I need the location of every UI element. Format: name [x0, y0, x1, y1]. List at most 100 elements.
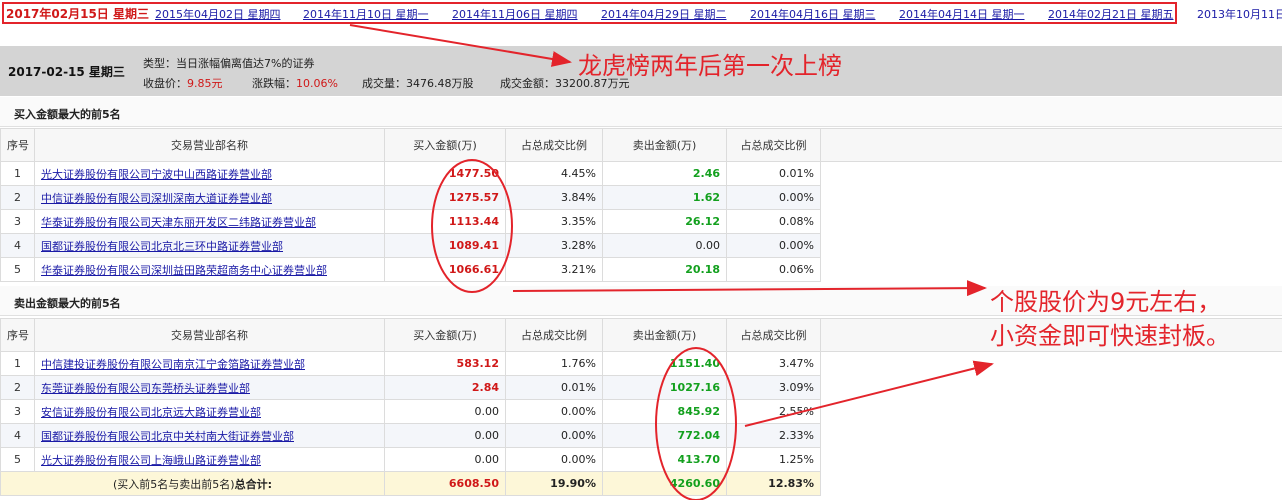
buy-pct: 1.76% [505, 351, 603, 376]
buy-pct: 4.45% [505, 161, 603, 186]
table-row: 4 国都证券股份有限公司北京中关村南大街证券营业部 0.00 0.00% 772… [0, 423, 1282, 448]
total-buy-pct: 19.90% [505, 471, 603, 496]
broker-link[interactable]: 安信证券股份有限公司北京远大路证券营业部 [41, 406, 261, 419]
table-row: 2 东莞证券股份有限公司东莞桥头证券营业部 2.84 0.01% 1027.16… [0, 375, 1282, 400]
buy-amount: 1089.41 [384, 233, 506, 258]
date-tab-active[interactable]: 2017年02月15日 星期三 [6, 5, 149, 22]
broker-link[interactable]: 东莞证券股份有限公司东莞桥头证券营业部 [41, 382, 250, 395]
date-tab[interactable]: 2015年04月02日 星期四 [155, 6, 281, 22]
buy-pct: 3.21% [505, 257, 603, 282]
sell-amount: 26.12 [602, 209, 727, 234]
broker-name: 国都证券股份有限公司北京中关村南大街证券营业部 [34, 423, 385, 448]
broker-name: 国都证券股份有限公司北京北三环中路证券营业部 [34, 233, 385, 258]
date-tab[interactable]: 2014年11月06日 星期四 [452, 6, 578, 22]
broker-link[interactable]: 光大证券股份有限公司上海峨山路证券营业部 [41, 454, 261, 467]
col-header-buy-pct: 占总成交比例 [505, 128, 603, 162]
broker-link[interactable]: 国都证券股份有限公司北京北三环中路证券营业部 [41, 240, 283, 253]
buy-amount: 1066.61 [384, 257, 506, 282]
col-header-seq: 序号 [0, 128, 35, 162]
col-header-sell: 卖出金额(万) [602, 128, 727, 162]
sell-amount: 413.70 [602, 447, 727, 472]
sell-amount: 772.04 [602, 423, 727, 448]
col-header-name: 交易营业部名称 [34, 128, 385, 162]
sell-amount: 2.46 [602, 161, 727, 186]
row-seq: 5 [0, 447, 35, 472]
date-tab[interactable]: 2014年04月14日 星期一 [899, 6, 1025, 22]
row-filler [820, 209, 1282, 234]
annotation-top: 龙虎榜两年后第一次上榜 [578, 52, 842, 80]
col-header-buy: 买入金额(万) [384, 128, 506, 162]
sell-pct: 2.55% [726, 399, 821, 424]
sell-amount: 1027.16 [602, 375, 727, 400]
date-tab[interactable]: 2014年11月10日 星期一 [303, 6, 429, 22]
broker-name: 光大证券股份有限公司上海峨山路证券营业部 [34, 447, 385, 472]
table-row: 5 华泰证券股份有限公司深圳益田路荣超商务中心证券营业部 1066.61 3.2… [0, 257, 1282, 282]
row-filler [820, 185, 1282, 210]
buy-pct: 0.00% [505, 423, 603, 448]
sell-amount: 0.00 [602, 233, 727, 258]
buy-pct: 0.00% [505, 399, 603, 424]
row-filler [820, 471, 1282, 496]
buy-pct: 3.84% [505, 185, 603, 210]
buy-pct: 3.28% [505, 233, 603, 258]
broker-name: 东莞证券股份有限公司东莞桥头证券营业部 [34, 375, 385, 400]
buy-section-title: 买入金额最大的前5名 [0, 97, 1282, 127]
row-filler [820, 233, 1282, 258]
row-seq: 3 [0, 399, 35, 424]
buy-pct: 0.00% [505, 447, 603, 472]
broker-name: 安信证券股份有限公司北京远大路证券营业部 [34, 399, 385, 424]
info-change: 涨跌幅：10.06% [252, 77, 338, 90]
sell-amount: 845.92 [602, 399, 727, 424]
total-sell-pct: 12.83% [726, 471, 821, 496]
buy-pct: 3.35% [505, 209, 603, 234]
row-filler [820, 375, 1282, 400]
table-row: 1 光大证券股份有限公司宁波中山西路证券营业部 1477.50 4.45% 2.… [0, 161, 1282, 186]
total-sell-amount: 4260.60 [602, 471, 727, 496]
info-close-price: 收盘价：9.85元 [143, 77, 223, 90]
date-tab[interactable]: 2013年10月11日 [1197, 6, 1282, 22]
row-seq: 1 [0, 161, 35, 186]
broker-link[interactable]: 中信证券股份有限公司深圳深南大道证券营业部 [41, 192, 272, 205]
broker-link[interactable]: 光大证券股份有限公司宁波中山西路证券营业部 [41, 168, 272, 181]
row-filler [820, 423, 1282, 448]
buy-amount: 0.00 [384, 423, 506, 448]
buy-amount: 1113.44 [384, 209, 506, 234]
broker-name: 华泰证券股份有限公司深圳益田路荣超商务中心证券营业部 [34, 257, 385, 282]
sell-pct: 0.06% [726, 257, 821, 282]
row-filler [820, 257, 1282, 282]
row-seq: 5 [0, 257, 35, 282]
buy-pct: 0.01% [505, 375, 603, 400]
sell-pct: 2.33% [726, 423, 821, 448]
buy-amount: 0.00 [384, 447, 506, 472]
broker-name: 光大证券股份有限公司宁波中山西路证券营业部 [34, 161, 385, 186]
sell-pct: 0.01% [726, 161, 821, 186]
info-date: 2017-02-15 星期三 [8, 65, 125, 79]
row-seq: 2 [0, 375, 35, 400]
row-filler [820, 447, 1282, 472]
sell-amount: 20.18 [602, 257, 727, 282]
row-seq: 4 [0, 233, 35, 258]
buy-amount: 1477.50 [384, 161, 506, 186]
col-header-name: 交易营业部名称 [34, 318, 385, 352]
broker-link[interactable]: 中信建投证券股份有限公司南京江宁金箔路证券营业部 [41, 358, 305, 371]
buy-amount: 2.84 [384, 375, 506, 400]
sell-pct: 0.08% [726, 209, 821, 234]
date-tab[interactable]: 2014年02月21日 星期五 [1048, 6, 1174, 22]
sell-amount: 1151.40 [602, 351, 727, 376]
broker-link[interactable]: 国都证券股份有限公司北京中关村南大街证券营业部 [41, 430, 294, 443]
sell-pct: 3.47% [726, 351, 821, 376]
header-filler [820, 128, 1282, 162]
date-tab[interactable]: 2014年04月29日 星期二 [601, 6, 727, 22]
date-tab[interactable]: 2014年04月16日 星期三 [750, 6, 876, 22]
buy-amount: 1275.57 [384, 185, 506, 210]
broker-name: 中信证券股份有限公司深圳深南大道证券营业部 [34, 185, 385, 210]
broker-name: 华泰证券股份有限公司天津东丽开发区二纬路证券营业部 [34, 209, 385, 234]
broker-link[interactable]: 华泰证券股份有限公司天津东丽开发区二纬路证券营业部 [41, 216, 316, 229]
annotation-right-line2: 小资金即可快速封板。 [990, 322, 1230, 350]
row-seq: 4 [0, 423, 35, 448]
info-type: 类型：当日涨幅偏离值达7%的证券 [143, 57, 315, 70]
broker-link[interactable]: 华泰证券股份有限公司深圳益田路荣超商务中心证券营业部 [41, 264, 327, 277]
total-row: (买入前5名与卖出前5名)总合计: 6608.50 19.90% 4260.60… [0, 471, 1282, 496]
table-row: 3 华泰证券股份有限公司天津东丽开发区二纬路证券营业部 1113.44 3.35… [0, 209, 1282, 234]
table-row: 4 国都证券股份有限公司北京北三环中路证券营业部 1089.41 3.28% 0… [0, 233, 1282, 258]
